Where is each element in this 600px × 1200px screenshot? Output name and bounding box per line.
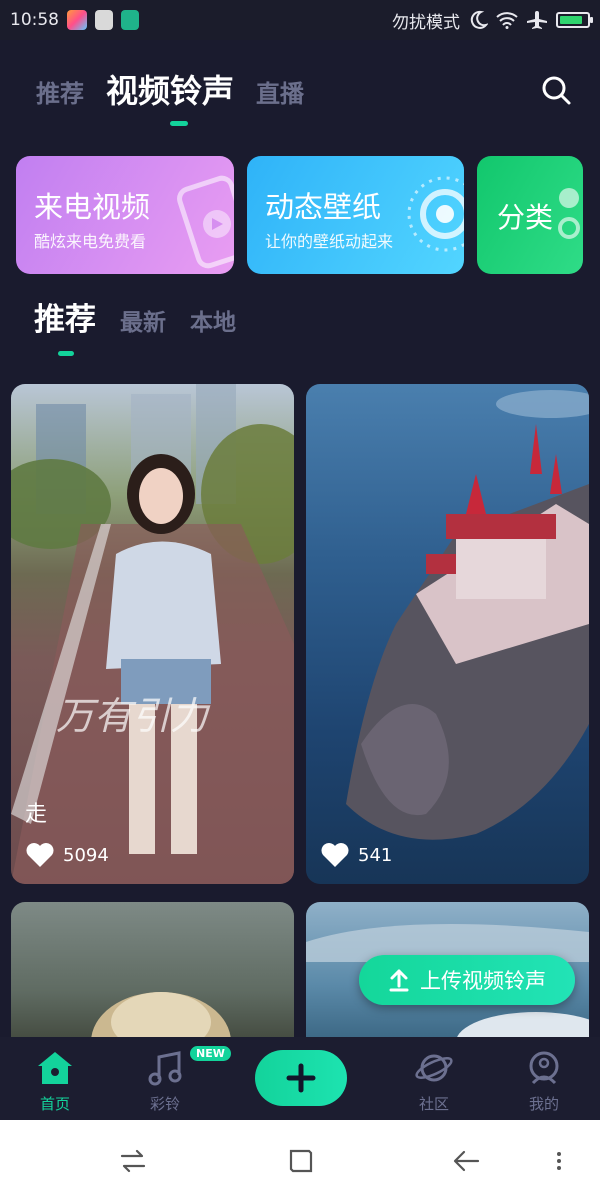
moon-icon: [470, 10, 488, 29]
status-bar: 10:58 勿扰模式: [0, 0, 600, 40]
subtab-recommend[interactable]: 推荐: [34, 294, 96, 339]
video-likes: 541: [320, 842, 392, 868]
nav-home[interactable]: 首页: [15, 1049, 95, 1114]
sub-tab-indicator: [58, 351, 74, 356]
upload-video-ringtone-button[interactable]: 上传视频铃声: [359, 955, 575, 1005]
nav-community-label: 社区: [418, 1095, 449, 1113]
nav-ringtone-label: 彩铃: [149, 1095, 180, 1113]
svg-text:万有引力: 万有引力: [56, 694, 211, 738]
tab-video-ringtone[interactable]: 视频铃声: [106, 66, 234, 112]
system-nav-bar: [0, 1120, 600, 1200]
feature-card-title: 分类: [497, 201, 554, 234]
like-count: 541: [358, 844, 393, 866]
video-card[interactable]: 万有引力 走 5094: [11, 384, 294, 884]
status-time: 10:58: [10, 10, 59, 30]
feature-card-category[interactable]: 分类: [477, 156, 583, 274]
battery-icon: [556, 12, 593, 28]
feature-card-live-wallpaper[interactable]: 动态壁纸 让你的壁纸动起来: [247, 156, 464, 274]
video-card[interactable]: 541: [306, 384, 589, 884]
subtab-latest[interactable]: 最新: [120, 303, 166, 337]
upload-button-label: 上传视频铃声: [420, 969, 546, 993]
feature-card-title: 动态壁纸: [265, 190, 382, 224]
home-icon: [38, 1052, 72, 1084]
nav-community[interactable]: 社区: [394, 1049, 474, 1114]
phone-video-icon: [177, 175, 234, 269]
tab-recommend[interactable]: 推荐: [36, 74, 84, 109]
like-count: 5094: [63, 844, 109, 866]
feature-card-title: 来电视频: [34, 190, 151, 224]
menu-dots-icon[interactable]: [552, 1146, 566, 1176]
app-flower-icon: [67, 10, 87, 30]
nav-me[interactable]: 我的: [504, 1049, 584, 1114]
back-icon[interactable]: [452, 1146, 482, 1176]
nav-me-label: 我的: [528, 1095, 559, 1113]
video-thumbnail: [91, 992, 231, 1052]
feature-card-subtitle: 让你的壁纸动起来: [265, 232, 394, 251]
home-square-icon[interactable]: [286, 1146, 316, 1176]
add-button[interactable]: [255, 1050, 347, 1106]
plus-icon: [286, 1063, 316, 1093]
feature-cards: 来电视频 酷炫来电免费看 动态壁纸 让你的壁纸动起来 分类: [16, 156, 600, 274]
video-thumbnail: [346, 390, 589, 840]
video-card[interactable]: [11, 902, 294, 1052]
person-icon: [529, 1051, 559, 1085]
usb-icon: [121, 10, 139, 30]
search-icon[interactable]: [538, 72, 574, 108]
feature-card-subtitle: 酷炫来电免费看: [34, 232, 147, 251]
new-badge: NEW: [190, 1046, 231, 1061]
video-title: 走: [25, 802, 48, 827]
feature-card-incoming-video[interactable]: 来电视频 酷炫来电免费看: [16, 156, 234, 274]
heart-icon: [321, 843, 349, 867]
nav-home-label: 首页: [39, 1095, 70, 1113]
top-tab-indicator: [170, 121, 188, 126]
upload-icon: [389, 969, 409, 992]
category-shapes-icon: [558, 188, 580, 239]
airplane-icon: [527, 11, 547, 29]
planet-icon: [415, 1054, 453, 1082]
wifi-icon: [496, 12, 518, 29]
dnd-label: 勿扰模式: [392, 12, 460, 33]
tab-live[interactable]: 直播: [256, 74, 304, 109]
top-tabs: 推荐 视频铃声 直播: [36, 66, 304, 112]
sub-tabs: 推荐 最新 本地: [34, 294, 236, 339]
video-thumbnail: 万有引力: [11, 384, 294, 884]
switch-apps-icon[interactable]: [118, 1146, 148, 1176]
brush-icon: [95, 10, 113, 30]
music-note-icon: [148, 1051, 182, 1086]
heart-icon: [26, 843, 54, 867]
wallpaper-dots-icon: [407, 176, 464, 252]
subtab-local[interactable]: 本地: [190, 303, 236, 337]
video-likes: 5094: [25, 842, 109, 868]
